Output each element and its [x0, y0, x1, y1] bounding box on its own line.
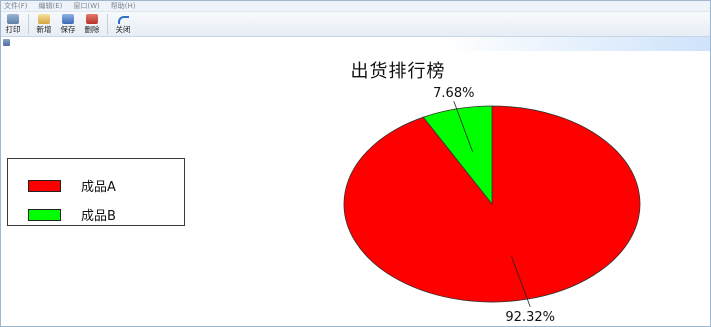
print-icon	[7, 14, 19, 24]
document-icon	[3, 39, 10, 46]
toolbar-separator	[28, 14, 29, 34]
legend-swatch	[28, 208, 61, 221]
chart-legend: 成品A 成品B	[7, 158, 185, 226]
delete-icon	[86, 14, 98, 24]
save-icon	[62, 14, 74, 24]
close-icon	[117, 14, 129, 24]
close-button[interactable]: 关闭	[111, 12, 135, 35]
new-button[interactable]: 新增	[32, 12, 56, 35]
save-button[interactable]: 保存	[56, 12, 80, 35]
legend-item: 成品A	[28, 176, 116, 195]
delete-button-label: 删除	[84, 25, 100, 34]
print-button[interactable]: 打印	[1, 12, 25, 35]
close-button-label: 关闭	[115, 25, 131, 34]
legend-label: 成品B	[81, 209, 116, 224]
legend-swatch	[28, 179, 61, 192]
toolbar: 打印 新增 保存 删除 关闭	[1, 12, 710, 37]
menu-file[interactable]: 文件(F)	[1, 1, 36, 11]
chart-title: 出货排行榜	[350, 61, 446, 82]
legend-item: 成品B	[28, 205, 116, 224]
print-button-label: 打印	[5, 25, 21, 34]
menu-edit[interactable]: 编辑(E)	[36, 1, 71, 11]
toolbar-separator	[107, 14, 108, 34]
legend-label: 成品A	[81, 180, 116, 195]
menu-bar: 文件(F) 编辑(E) 窗口(W) 帮助(H)	[1, 1, 710, 12]
header-stripe	[1, 37, 710, 51]
new-icon	[38, 14, 50, 24]
new-button-label: 新增	[36, 25, 52, 34]
menu-help[interactable]: 帮助(H)	[108, 1, 144, 11]
delete-button[interactable]: 删除	[80, 12, 104, 35]
save-button-label: 保存	[60, 25, 76, 34]
menu-window[interactable]: 窗口(W)	[70, 1, 107, 11]
